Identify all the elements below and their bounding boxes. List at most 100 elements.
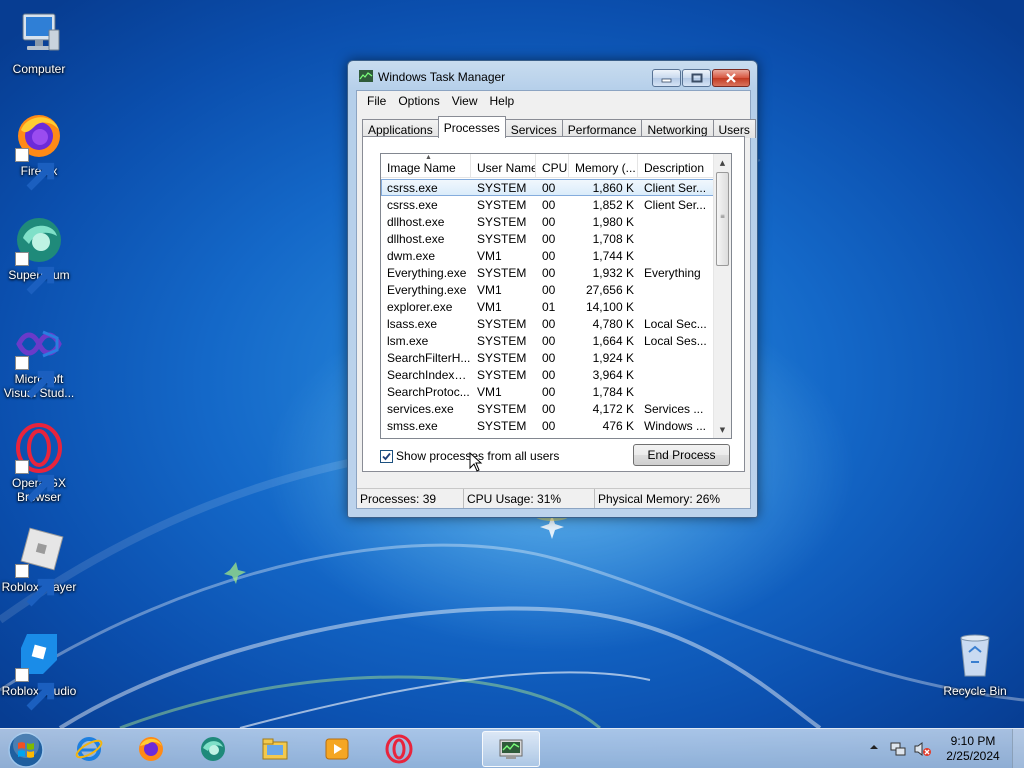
chevron-up-icon <box>870 745 878 749</box>
scroll-up-icon[interactable]: ▲ <box>714 154 731 171</box>
desktop-icon-visual-studio[interactable]: Microsoft Visual Stud... <box>0 318 78 400</box>
table-row[interactable]: services.exe SYSTEM 00 4,172 K Services ... <box>381 400 714 417</box>
table-cell: Services ... <box>644 402 704 416</box>
menu-help[interactable]: Help <box>484 92 521 110</box>
table-cell <box>638 281 714 298</box>
table-row[interactable]: Everything.exe VM1 00 27,656 K <box>381 281 714 298</box>
close-button[interactable] <box>712 69 750 87</box>
table-row[interactable]: dwm.exe VM1 00 1,744 K <box>381 247 714 264</box>
table-cell: SYSTEM <box>477 351 527 365</box>
table-cell: 00 <box>542 249 556 263</box>
desktop-icon-opera-gx[interactable]: Opera GX Browser <box>0 422 78 504</box>
taskbar-opera-gx[interactable] <box>376 731 422 767</box>
taskbar-clock[interactable]: 9:10 PM 2/25/2024 <box>940 734 1006 764</box>
desktop-icon-supermium[interactable]: Supermium <box>0 214 78 295</box>
table-row[interactable]: SearchFilterH... SYSTEM 00 1,924 K <box>381 349 714 366</box>
table-cell: 00 <box>542 181 556 195</box>
column-cpu[interactable]: CPU <box>536 154 569 177</box>
table-cell: 00 <box>542 283 556 297</box>
column-image-name[interactable]: ▲ Image Name <box>381 154 471 177</box>
table-cell: 00 <box>542 368 556 382</box>
table-cell: 1,708 K <box>592 232 634 246</box>
table-cell: SYSTEM <box>477 402 527 416</box>
end-process-button[interactable]: End Process <box>633 444 730 466</box>
table-row[interactable]: SearchIndexe... SYSTEM 00 3,964 K <box>381 366 714 383</box>
table-row[interactable]: csrss.exe SYSTEM 00 1,852 K Client Ser... <box>381 196 714 213</box>
desktop-icon-roblox-player[interactable]: Roblox Player <box>0 526 78 607</box>
show-all-checkbox[interactable] <box>380 449 393 463</box>
maximize-icon <box>683 70 710 86</box>
table-cell: dllhost.exe <box>387 232 445 246</box>
menu-view[interactable]: View <box>446 92 484 110</box>
table-cell: VM1 <box>477 385 502 399</box>
table-cell: 00 <box>542 419 556 433</box>
maximize-button[interactable] <box>682 69 711 87</box>
table-cell: lsass.exe <box>387 317 438 331</box>
taskbar-supermium[interactable] <box>190 731 236 767</box>
table-cell: 00 <box>542 334 556 348</box>
desktop-icon-roblox-studio[interactable]: Roblox Studio <box>0 630 78 711</box>
taskbar-windows-explorer[interactable] <box>252 731 298 767</box>
taskbar-internet-explorer[interactable] <box>66 731 112 767</box>
table-cell: 00 <box>542 232 556 246</box>
taskbar-firefox[interactable] <box>128 731 174 767</box>
window-title: Windows Task Manager <box>378 70 506 84</box>
column-memory[interactable]: Memory (... <box>569 154 638 177</box>
menu-options[interactable]: Options <box>392 92 445 110</box>
processes-panel: ▲ Image Name User Name CPU Memory (... De… <box>362 136 745 472</box>
scroll-down-icon[interactable]: ▼ <box>714 421 731 438</box>
taskbar-media-player[interactable] <box>314 731 360 767</box>
table-cell: 00 <box>542 385 556 399</box>
sort-ascending-icon: ▲ <box>425 154 432 161</box>
taskbar: 9:10 PM 2/25/2024 <box>0 728 1024 768</box>
table-row[interactable]: SearchProtoc... VM1 00 1,784 K <box>381 383 714 400</box>
tab-processes[interactable]: Processes <box>437 116 506 138</box>
table-row[interactable]: smss.exe SYSTEM 00 476 K Windows ... <box>381 417 714 434</box>
table-cell <box>638 247 714 264</box>
table-cell: SYSTEM <box>477 198 527 212</box>
desktop-icon-computer[interactable]: Computer <box>0 8 78 76</box>
show-desktop-button[interactable] <box>1012 729 1024 768</box>
network-tray-icon[interactable] <box>890 741 906 760</box>
process-list[interactable]: ▲ Image Name User Name CPU Memory (... De… <box>380 153 732 439</box>
vertical-scrollbar[interactable]: ▲ ≡ ▼ <box>713 154 731 438</box>
scroll-thumb[interactable]: ≡ <box>716 172 729 266</box>
minimize-button[interactable] <box>652 69 681 87</box>
table-cell: 1,924 K <box>592 351 634 365</box>
volume-tray-icon[interactable] <box>914 741 932 760</box>
desktop-icon-firefox[interactable]: Firefox <box>0 110 78 191</box>
taskbar-task-manager[interactable] <box>482 731 540 767</box>
clock-date: 2/25/2024 <box>946 749 1000 763</box>
internet-explorer-icon <box>75 737 103 761</box>
menu-file[interactable]: File <box>361 92 392 110</box>
table-row[interactable]: explorer.exe VM1 01 14,100 K <box>381 298 714 315</box>
column-description[interactable]: Description <box>638 154 714 177</box>
table-cell: lsm.exe <box>387 334 429 348</box>
table-cell: VM1 <box>477 249 502 263</box>
desktop-icon-recycle-bin[interactable]: Recycle Bin <box>936 630 1014 698</box>
table-cell: dllhost.exe <box>387 215 445 229</box>
status-processes: Processes: 39 <box>357 489 464 508</box>
title-bar[interactable]: Windows Task Manager <box>348 61 757 91</box>
table-row[interactable]: dllhost.exe SYSTEM 00 1,980 K <box>381 213 714 230</box>
table-row[interactable]: Everything.exe SYSTEM 00 1,932 K Everything <box>381 264 714 281</box>
start-button[interactable] <box>6 730 46 768</box>
table-cell: SYSTEM <box>477 181 527 195</box>
table-cell: VM1 <box>477 283 502 297</box>
status-bar: Processes: 39 CPU Usage: 31% Physical Me… <box>357 488 750 508</box>
table-row[interactable]: lsass.exe SYSTEM 00 4,780 K Local Sec... <box>381 315 714 332</box>
table-row[interactable]: csrss.exe SYSTEM 00 1,860 K Client Ser... <box>381 179 714 196</box>
supermium-icon <box>201 737 225 761</box>
shortcut-arrow-icon <box>15 668 55 711</box>
roblox-studio-icon <box>13 630 65 711</box>
table-cell: SYSTEM <box>477 334 527 348</box>
column-user-name[interactable]: User Name <box>471 154 536 177</box>
table-cell: 00 <box>542 266 556 280</box>
table-cell: 4,172 K <box>592 402 634 416</box>
table-cell: 14,100 K <box>585 300 634 314</box>
table-row[interactable]: dllhost.exe SYSTEM 00 1,708 K <box>381 230 714 247</box>
table-row[interactable]: lsm.exe SYSTEM 00 1,664 K Local Ses... <box>381 332 714 349</box>
show-hidden-icons-button[interactable] <box>869 742 879 755</box>
shortcut-arrow-icon <box>15 356 55 399</box>
table-cell <box>638 349 714 366</box>
